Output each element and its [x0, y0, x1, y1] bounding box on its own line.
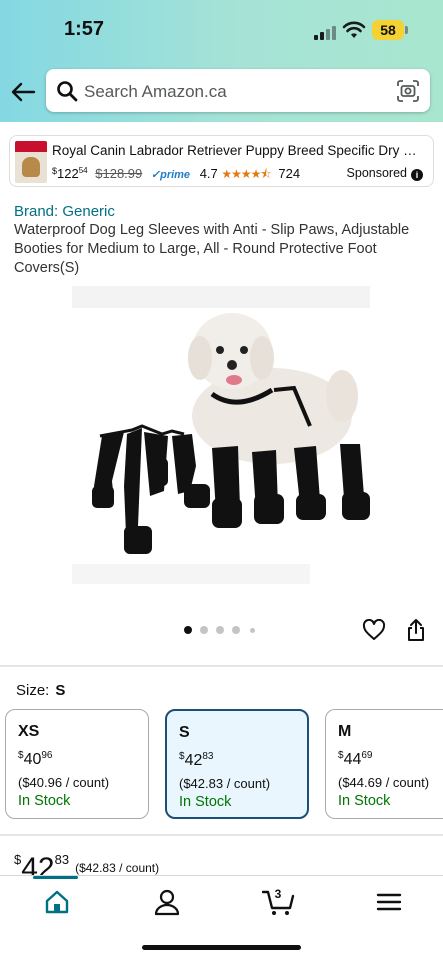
menu-icon[interactable]	[374, 888, 404, 916]
search-icon	[57, 81, 78, 102]
brand-link[interactable]: Brand: Generic	[14, 203, 115, 220]
size-option-xs[interactable]: XS $4096 ($40.96 / count) In Stock	[5, 709, 149, 819]
size-option-name: XS	[18, 723, 40, 740]
size-option-name: S	[179, 724, 190, 741]
product-image[interactable]	[72, 286, 372, 586]
ad-price-row: $12254 $128.99 ✓prime 4.7 ★★★★⯪ 724	[52, 165, 300, 186]
main-unit-price: ($42.83 / count)	[75, 861, 160, 875]
section-divider	[0, 834, 443, 836]
app-header: 1:57 58 Search Amazon.ca	[0, 0, 443, 122]
section-divider	[0, 665, 443, 667]
price-fraction: 69	[361, 750, 373, 761]
heart-icon[interactable]	[362, 619, 386, 641]
ad-product-thumbnail	[15, 141, 47, 183]
status-bar: 1:57 58	[0, 14, 443, 46]
price-whole: 40	[23, 751, 42, 768]
share-icon[interactable]	[406, 618, 426, 642]
star-rating-icon: ★★★★⯪	[221, 167, 271, 181]
ad-product-title: Royal Canin Labrador Retriever Puppy Bre…	[52, 143, 422, 158]
stock-status: In Stock	[179, 794, 232, 810]
prime-badge: ✓prime	[150, 169, 191, 181]
size-option-price: $4283	[179, 751, 213, 770]
cellular-signal-icon	[314, 24, 338, 40]
clock: 1:57	[64, 18, 105, 40]
size-option-m[interactable]: M $4469 ($44.69 / count) In Stock	[325, 709, 443, 819]
home-icon[interactable]	[42, 888, 72, 916]
home-indicator	[142, 945, 301, 950]
image-carousel-indicator[interactable]	[184, 626, 264, 636]
price-fraction: 83	[202, 751, 214, 762]
info-icon[interactable]: i	[411, 169, 423, 181]
stock-status: In Stock	[338, 793, 391, 809]
size-option-name: M	[338, 723, 352, 740]
price-fraction: 96	[41, 750, 53, 761]
ad-price-whole: 122	[57, 166, 79, 181]
sponsored-product-banner[interactable]: Royal Canin Labrador Retriever Puppy Bre…	[9, 135, 434, 187]
price-whole: 42	[184, 752, 203, 769]
ad-review-count: 724	[278, 166, 301, 181]
camera-lens-icon[interactable]	[396, 79, 420, 103]
wifi-icon	[342, 21, 366, 38]
account-icon[interactable]	[152, 888, 182, 916]
size-option-price: $4469	[338, 750, 372, 769]
ad-list-price: $128.99	[95, 166, 143, 181]
cart-count: 3	[274, 887, 282, 901]
ad-rating: 4.7	[199, 166, 218, 181]
battery-tip	[405, 26, 408, 34]
search-bar[interactable]: Search Amazon.ca	[46, 69, 430, 112]
product-title: Waterproof Dog Leg Sleeves with Anti - S…	[14, 222, 410, 276]
size-option-price: $4096	[18, 750, 52, 769]
battery-indicator: 58	[372, 20, 404, 40]
size-label: Size: S	[16, 682, 65, 699]
back-arrow-icon[interactable]	[10, 80, 36, 104]
unit-price: ($44.69 / count)	[338, 775, 430, 790]
prime-label: prime	[160, 169, 191, 181]
unit-price: ($40.96 / count)	[18, 775, 110, 790]
size-label-text: Size:	[16, 682, 50, 699]
stock-status: In Stock	[18, 793, 71, 809]
price-whole: 44	[343, 751, 362, 768]
ad-price-fraction: 54	[78, 166, 88, 175]
active-tab-indicator	[33, 876, 78, 879]
main-price-fraction: 83	[54, 852, 70, 867]
sponsored-text: Sponsored	[346, 166, 407, 180]
unit-price: ($42.83 / count)	[179, 776, 271, 791]
search-input[interactable]: Search Amazon.ca	[84, 82, 227, 102]
sponsored-label[interactable]: Sponsored i	[347, 166, 423, 181]
size-option-s[interactable]: S $4283 ($42.83 / count) In Stock	[165, 709, 309, 819]
selected-size: S	[55, 682, 66, 699]
